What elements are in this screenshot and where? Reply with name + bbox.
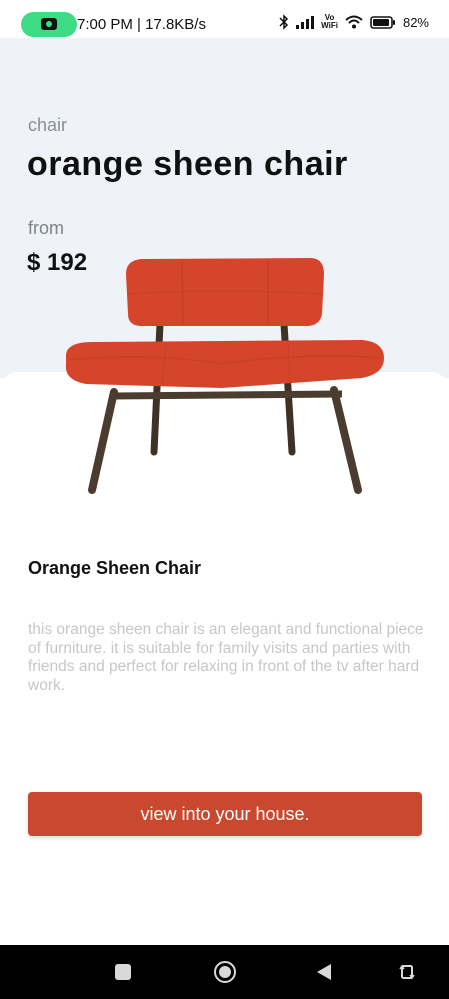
status-icons: Vo WiFi 82% xyxy=(279,14,429,30)
wifi-icon xyxy=(345,15,363,29)
product-name-heading: Orange Sheen Chair xyxy=(28,558,202,578)
bluetooth-icon xyxy=(279,14,289,30)
product-title: orange sheen chair xyxy=(27,145,348,183)
system-nav-bar xyxy=(0,945,449,999)
status-time: 7:00 PM | 17.8KB/s xyxy=(77,16,206,33)
product-description: this orange sheen chair is an elegant an… xyxy=(28,621,424,694)
product-image xyxy=(65,258,385,494)
battery-percent: 82% xyxy=(402,14,429,30)
vowifi-bottom-label: WiFi xyxy=(321,21,338,30)
view-in-house-button[interactable]: view into your house. xyxy=(28,792,422,836)
product-category: chair xyxy=(28,115,68,135)
camera-icon xyxy=(41,18,57,30)
vowifi-icon: Vo WiFi xyxy=(321,14,338,30)
recents-icon[interactable] xyxy=(115,964,131,980)
rotate-icon[interactable] xyxy=(399,963,415,986)
home-icon[interactable] xyxy=(214,961,236,983)
screen-recorder-pill[interactable] xyxy=(21,12,77,37)
status-bar: 7:00 PM | 17.8KB/s Vo WiFi 82% xyxy=(0,0,449,38)
price-from-label: from xyxy=(28,218,64,238)
signal-icon xyxy=(296,15,315,29)
battery-icon xyxy=(370,15,396,29)
back-icon[interactable] xyxy=(317,964,331,980)
